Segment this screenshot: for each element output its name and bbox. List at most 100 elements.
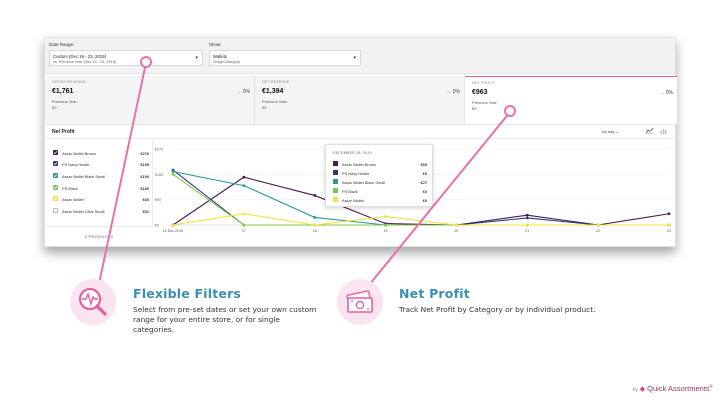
line-chart-icon[interactable] xyxy=(645,127,654,136)
data-point xyxy=(171,172,175,176)
legend-value: €180 xyxy=(140,185,149,191)
x-tick-label: 18 xyxy=(313,229,317,233)
legend-item[interactable]: PS Black €180 xyxy=(53,185,149,193)
date-range-compare: vs. Previous Year (Dec 16 - 23, 2018) xyxy=(53,60,117,64)
x-tick-label: 22 xyxy=(596,229,600,233)
show-sub: Single Category xyxy=(213,60,241,64)
tooltip-value: €0 xyxy=(422,197,427,203)
feature-desc-filters: Select from pre-set dates or set your ow… xyxy=(133,305,317,334)
checkbox-checked-icon[interactable] xyxy=(53,196,58,201)
date-range-select[interactable]: Custom (Dec 16 - 23, 2019) vs. Previous … xyxy=(49,50,203,66)
legend-item[interactable]: Assar Wallet Black Small €190 xyxy=(53,173,149,181)
legend-value: €69 xyxy=(142,196,150,202)
chevron-down-icon: ⌄ xyxy=(615,129,619,134)
previous-label: Previous Year: xyxy=(472,100,498,105)
tab-net-profit[interactable]: NET PROFIT €963 → 0% Previous Year: €0 xyxy=(465,76,677,124)
metric-previous: Previous Year: €0 xyxy=(262,99,288,110)
x-tick-label: 21 xyxy=(525,229,529,233)
show-select[interactable]: Wallets Single Category ▾ xyxy=(209,50,361,66)
diamond-icon: ◆ xyxy=(639,386,646,393)
data-point xyxy=(455,223,458,227)
series-line-4 xyxy=(172,213,669,226)
magnifier-pulse-icon xyxy=(69,278,117,326)
data-point xyxy=(667,212,671,216)
data-point xyxy=(384,215,387,218)
date-range-label: Date Range: xyxy=(49,42,75,47)
date-range-value: Custom (Dec 16 - 23, 2019) xyxy=(53,54,107,59)
metric-value: €963 xyxy=(472,89,488,96)
feature-title-net-profit: Net Profit xyxy=(399,286,470,301)
chevron-down-icon: ▾ xyxy=(195,55,198,61)
tooltip-row: Assar Wallet Brown €69 xyxy=(333,161,427,168)
data-point xyxy=(313,223,317,227)
legend-value: €190 xyxy=(140,173,149,179)
legend-item[interactable]: Assar Wallet €69 xyxy=(53,196,149,204)
tooltip-row: PS Navy Holder €0 xyxy=(333,170,427,177)
checkbox-checked-icon[interactable] xyxy=(53,161,58,166)
data-point xyxy=(171,170,175,173)
legend-label: Assar Wallet Brown xyxy=(62,150,96,156)
x-tick-label: 16 Dec 2019 xyxy=(163,229,183,233)
series-swatch xyxy=(333,179,338,184)
metric-change: → 0% xyxy=(236,89,250,95)
data-point xyxy=(596,223,600,227)
tooltip-value: €69 xyxy=(420,161,428,167)
y-tick-label: €270 xyxy=(155,148,163,152)
brand-logo: by ◆ Quick Assortments® xyxy=(633,384,713,396)
period-select[interactable]: By day ⌄ xyxy=(602,129,619,134)
series-swatch xyxy=(333,161,338,166)
checkbox-checked-icon[interactable] xyxy=(53,173,58,178)
checkbox-unchecked-icon[interactable] xyxy=(53,208,58,213)
data-point xyxy=(525,223,529,227)
data-point xyxy=(242,184,246,187)
data-point xyxy=(313,216,317,219)
metric-change: → 0% xyxy=(659,90,673,96)
legend-value: €195 xyxy=(140,161,149,167)
metric-title: NET REVENUE xyxy=(262,80,290,84)
products-footer[interactable]: 6 PRODUCTS xyxy=(45,226,153,246)
metric-previous: Previous Year: €0 xyxy=(52,99,78,110)
x-tick-label: 20 xyxy=(454,229,458,233)
previous-label: Previous Year: xyxy=(52,99,78,104)
metric-value: €1,394 xyxy=(262,88,284,95)
y-tick-label: €180 xyxy=(155,173,163,177)
series-swatch xyxy=(333,170,338,175)
section-title: Net Profit xyxy=(52,129,75,135)
legend-item[interactable]: Assar Wallet Brown €276 xyxy=(53,150,149,158)
legend-label: Assar Wallet Black Small xyxy=(62,173,106,179)
tooltip-label: PS Navy Holder xyxy=(342,170,370,176)
metric-title: NET PROFIT xyxy=(472,81,496,85)
checkbox-checked-icon[interactable] xyxy=(53,185,58,190)
data-point xyxy=(171,223,175,227)
show-label: Show: xyxy=(209,42,222,47)
tab-net-revenue[interactable]: NET REVENUE €1,394 → 0% Previous Year: €… xyxy=(255,76,465,124)
checkbox-checked-icon[interactable] xyxy=(53,150,58,155)
legend-item[interactable]: PS Navy Holder €195 xyxy=(53,161,149,169)
tab-gross-revenue[interactable]: GROSS REVENUE €1,761 → 0% Previous Year:… xyxy=(45,76,255,124)
y-tick-label: €0 xyxy=(155,224,159,228)
net-profit-header: Net Profit By day ⌄ xyxy=(45,124,675,139)
feature-title-filters: Flexible Filters xyxy=(133,286,242,301)
legend-label: PS Black xyxy=(62,185,78,191)
series-swatch xyxy=(333,197,338,202)
tooltip-row: Assar Wallet Black Small €27 xyxy=(333,179,427,186)
metric-tabs: GROSS REVENUE €1,761 → 0% Previous Year:… xyxy=(45,76,677,124)
tooltip-value: €27 xyxy=(420,179,428,185)
x-tick-label: 23 xyxy=(667,229,671,233)
brand-by: by xyxy=(632,387,638,392)
legend-item[interactable]: Assar Wallet Olive Small €51 xyxy=(53,208,149,216)
legend-label: Assar Wallet Olive Small xyxy=(62,208,105,214)
tooltip-date: DECEMBER 18, 2019 xyxy=(333,151,372,155)
product-legend: Assar Wallet Brown €276 PS Navy Holder €195… xyxy=(45,140,153,226)
previous-value: €0 xyxy=(262,104,267,110)
series-swatch xyxy=(333,188,338,193)
brand-registered: ® xyxy=(709,384,713,389)
filter-bar: Date Range: Custom (Dec 16 - 23, 2019) v… xyxy=(45,38,675,74)
data-point xyxy=(313,194,317,197)
bar-chart-icon[interactable] xyxy=(660,128,667,136)
legend-value: €51 xyxy=(142,208,150,214)
tooltip-label: PS Black xyxy=(342,188,358,194)
feature-desc-net-profit: Track Net Profit by Category or by indiv… xyxy=(399,305,596,314)
tooltip-value: €0 xyxy=(422,188,427,194)
dashboard-screenshot: Date Range: Custom (Dec 16 - 23, 2019) v… xyxy=(44,37,677,247)
